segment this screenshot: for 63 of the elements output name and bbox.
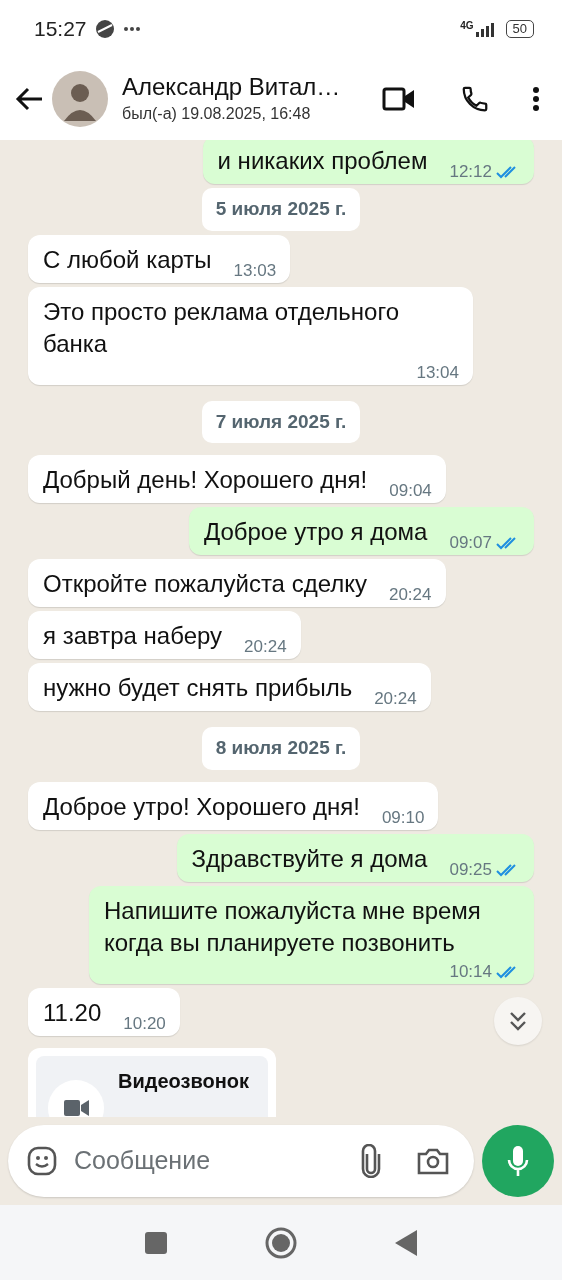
battery-indicator: 50 (505, 20, 534, 38)
phone-icon (460, 84, 490, 114)
triangle-icon (395, 1229, 417, 1256)
call-label: Видеозвонок (118, 1068, 249, 1094)
app-notification-icon (94, 19, 115, 39)
message-time: 10:20 (123, 1014, 166, 1033)
message-bar[interactable]: Сообщение (8, 1125, 474, 1197)
message-text: Добрый день! Хорошего дня! (43, 465, 368, 495)
date-separator: 8 июля 2025 г. (201, 727, 361, 770)
message-time: 09:04 (389, 482, 432, 500)
received-message-bubble[interactable]: нужно будет снять прибыль 20:24 (28, 663, 431, 711)
message-time: 10:14 (449, 962, 492, 981)
message-text: и никаких проблем (217, 146, 428, 176)
message-text: нужно будет снять прибыль (43, 673, 353, 703)
sent-message-bubble[interactable]: Доброе утро я дома 09:07 (188, 507, 534, 555)
status-time: 15:27 (34, 16, 87, 43)
scroll-down-button[interactable] (494, 997, 542, 1045)
sent-message-bubble[interactable]: Здравствуйте я дома 09:25 (176, 833, 534, 882)
message-text: я завтра наберу (43, 621, 223, 651)
video-camera-icon (382, 87, 416, 111)
message-text: Доброе утро! Хорошего дня! (43, 791, 360, 822)
date-separator: 7 июля 2025 г. (201, 400, 361, 443)
message-time: 12:12 (449, 163, 492, 181)
network-type: 4G (460, 21, 474, 31)
square-icon (145, 1231, 167, 1254)
received-message-bubble[interactable]: я завтра наберу 20:24 (28, 611, 301, 659)
message-text: Доброе утро я дома (203, 517, 428, 547)
contact-name[interactable]: Александр Витал… (122, 72, 378, 102)
double-chevron-down-icon (508, 1010, 528, 1032)
message-time: 09:25 (449, 860, 492, 879)
sticker-icon[interactable] (26, 1145, 58, 1177)
received-message-bubble[interactable]: Откройте пожалуйста сделку 20:24 (28, 559, 446, 607)
message-text: Здравствуйте я дома (191, 843, 428, 874)
avatar[interactable] (52, 71, 108, 127)
call-message-bubble[interactable]: Видеозвонок (28, 1047, 276, 1117)
more-icon (122, 26, 141, 32)
received-message-bubble[interactable]: С любой карты 13:03 (28, 234, 291, 283)
sent-message-bubble[interactable]: и никаких проблем 12:12 (202, 140, 534, 184)
received-message-bubble[interactable]: 11.20 10:20 (28, 987, 180, 1036)
received-message-bubble[interactable]: Добрый день! Хорошего дня! 09:04 (28, 455, 446, 503)
message-time: 20:24 (388, 586, 432, 604)
message-time: 09:10 (381, 808, 425, 827)
message-text: 11.20 (43, 997, 102, 1028)
microphone-icon (506, 1144, 530, 1178)
message-text: С любой карты (43, 244, 212, 275)
received-message-bubble[interactable]: Доброе утро! Хорошего дня! 09:10 (28, 781, 439, 830)
message-time: 20:24 (244, 638, 287, 656)
attach-icon[interactable] (360, 1144, 382, 1178)
message-text: Это просто реклама отдельного банка (43, 296, 400, 359)
message-time: 13:04 (416, 363, 459, 382)
received-message-bubble[interactable]: Это просто реклама отдельного банка 13:04 (28, 286, 473, 385)
menu-icon (532, 86, 540, 112)
last-seen-status: был(-а) 19.08.2025, 16:48 (122, 104, 312, 124)
message-text: Напишите пожалуйста мне время когда вы планируете позвонить (104, 895, 482, 958)
circle-icon (265, 1226, 297, 1259)
message-time: 09:07 (449, 534, 492, 552)
date-separator: 5 июля 2025 г. (201, 188, 361, 231)
message-time: 20:24 (374, 690, 417, 708)
message-text: Откройте пожалуйста сделку (43, 569, 367, 599)
back-arrow-icon (14, 86, 44, 112)
camera-icon[interactable] (416, 1146, 450, 1176)
sent-message-bubble[interactable]: Напишите пожалуйста мне время когда вы планируете позвонить 10:14 (89, 885, 534, 984)
message-time: 13:03 (233, 261, 277, 280)
